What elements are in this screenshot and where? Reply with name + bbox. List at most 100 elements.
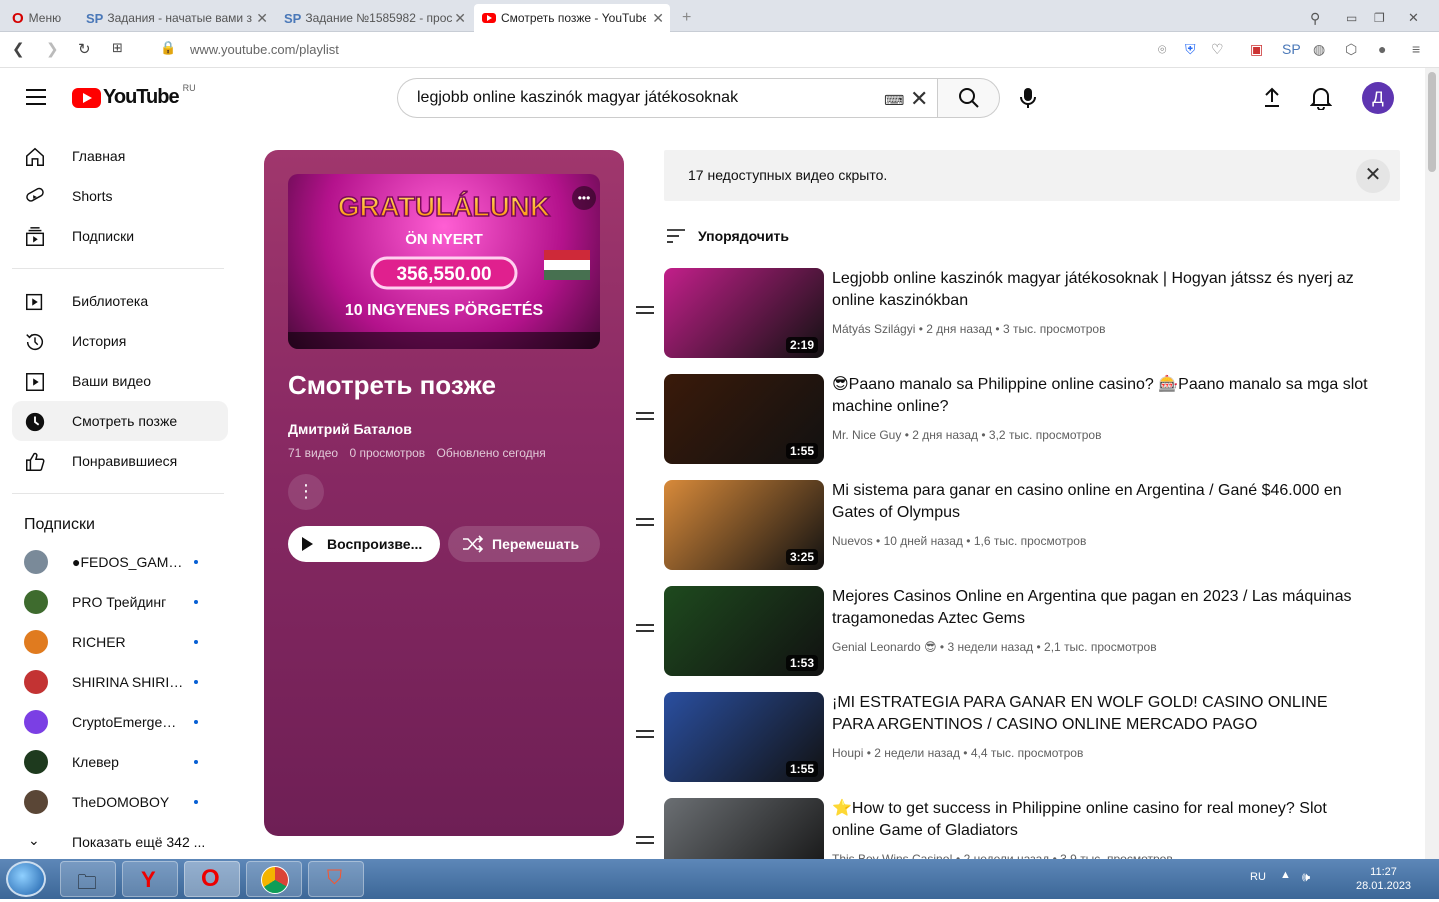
playlist-video-row[interactable]: 1:53 Mejores Casinos Online en Argentina … — [636, 586, 1396, 678]
shuffle-button[interactable]: Перемешать — [448, 526, 600, 562]
sp-extension-icon[interactable]: SP — [1282, 41, 1301, 57]
sidebar-item-library[interactable]: Библиотека — [12, 281, 228, 321]
clear-search-icon[interactable]: ✕ — [910, 86, 928, 112]
subscription-item[interactable]: ●FEDOS_GAMB... — [12, 542, 228, 582]
drag-handle-icon[interactable] — [636, 624, 654, 636]
subscription-item[interactable]: PRO Трейдинг — [12, 582, 228, 622]
channel-name[interactable]: Mátyás Szilágyi — [832, 322, 915, 336]
sidebar-item-label: Главная — [72, 148, 126, 164]
close-tab-icon[interactable]: ✕ — [454, 10, 466, 27]
language-indicator[interactable]: RU — [1250, 871, 1266, 883]
microphone-icon[interactable] — [1018, 86, 1038, 110]
sort-button[interactable]: Упорядочить — [666, 228, 789, 244]
sidebar-item-subscriptions[interactable]: Подписки — [12, 216, 228, 256]
page-scrollbar[interactable] — [1425, 68, 1439, 859]
channel-name[interactable]: Houpi — [832, 746, 863, 760]
subscription-item[interactable]: Клевер — [12, 742, 228, 782]
back-icon[interactable]: ❮ — [12, 40, 25, 58]
sidebar-item-your-videos[interactable]: Ваши видео — [12, 361, 228, 401]
taskbar-opera[interactable]: O — [184, 861, 240, 897]
subscription-item[interactable]: TheDOMOBOY — [12, 782, 228, 822]
camera-icon[interactable]: ⌾ — [1158, 41, 1166, 58]
guide-menu-icon[interactable] — [26, 89, 46, 105]
taskbar-brave[interactable]: ⛉ — [308, 861, 364, 897]
profile-icon[interactable]: ● — [1378, 41, 1386, 57]
scrollbar-thumb[interactable] — [1428, 72, 1436, 172]
subscription-item[interactable]: CryptoEmergency — [12, 702, 228, 742]
close-tab-icon[interactable]: ✕ — [256, 10, 268, 27]
tab-task-detail[interactable]: SP Задание №1585982 - прос ✕ — [276, 4, 472, 32]
tab-tasks[interactable]: SP Задания - начатые вами з ✕ — [78, 4, 274, 32]
new-tab-button[interactable]: + — [674, 4, 699, 32]
account-avatar[interactable]: Д — [1362, 82, 1394, 114]
video-thumbnail[interactable]: 1:55 — [664, 374, 824, 464]
video-thumbnail[interactable]: 1:55 — [664, 692, 824, 782]
more-actions-icon[interactable]: ⋮ — [288, 474, 324, 510]
volume-icon[interactable]: 🕪 — [1302, 869, 1310, 885]
close-window-icon[interactable]: ✕ — [1400, 4, 1427, 32]
opera-menu-button[interactable]: O Меню — [4, 4, 76, 32]
subscription-item[interactable]: SHIRINA SHIRIN... — [12, 662, 228, 702]
video-title[interactable]: Legjobb online kaszinók magyar játékosok… — [832, 268, 1372, 312]
maximize-window-icon[interactable]: ❐ — [1366, 4, 1393, 32]
keyboard-icon[interactable]: ⌨ — [884, 92, 904, 109]
video-thumbnail[interactable]: 1:53 — [664, 586, 824, 676]
playlist-video-row[interactable]: 1:55 ¡MI ESTRATEGIA PARA GANAR EN WOLF GO… — [636, 692, 1396, 784]
show-more-subscriptions[interactable]: ⌄ Показать ещё 342 ... — [12, 822, 228, 862]
drag-handle-icon[interactable] — [636, 306, 654, 318]
video-title[interactable]: Mejores Casinos Online en Argentina que … — [832, 586, 1372, 630]
url-field[interactable]: www.youtube.com/playlist — [190, 42, 339, 57]
search-tabs-icon[interactable]: ⚲ — [1302, 4, 1328, 32]
search-input[interactable] — [417, 89, 857, 107]
taskbar-yandex[interactable]: Y — [122, 861, 178, 897]
playlist-thumbnail[interactable]: GRATULÁLUNK ÖN NYERT 356,550.00 10 INGYE… — [288, 174, 600, 349]
tray-expand-icon[interactable]: ▲ — [1280, 869, 1291, 881]
video-title[interactable]: 😎Paano manalo sa Philippine online casin… — [832, 374, 1372, 418]
channel-name[interactable]: Mr. Nice Guy — [832, 428, 901, 442]
easy-setup-icon[interactable]: ≡ — [1412, 41, 1420, 57]
notifications-bell-icon[interactable] — [1310, 86, 1332, 110]
system-clock[interactable]: 11:27 28.01.2023 — [1356, 865, 1411, 893]
channel-name[interactable]: Nuevos — [832, 534, 873, 548]
speed-dial-icon[interactable]: ⊞ — [112, 40, 123, 56]
heart-icon[interactable]: ♡ — [1211, 41, 1224, 58]
playlist-video-row[interactable]: 3:25 Mi sistema para ganar en casino onli… — [636, 480, 1396, 572]
video-title[interactable]: ¡MI ESTRATEGIA PARA GANAR EN WOLF GOLD! … — [832, 692, 1372, 736]
play-all-button[interactable]: Воспроизве... — [288, 526, 440, 562]
playlist-video-row[interactable]: 2:19 Legjobb online kaszinók magyar játék… — [636, 268, 1396, 360]
sidebar-item-shorts[interactable]: Shorts — [12, 176, 228, 216]
notice-text: 17 недоступных видео скрыто. — [688, 167, 888, 183]
drag-handle-icon[interactable] — [636, 836, 654, 848]
channel-name[interactable]: Genial Leonardo 😎 — [832, 640, 937, 654]
cube-icon[interactable]: ⬡ — [1345, 41, 1357, 58]
taskbar-chrome[interactable] — [246, 861, 302, 897]
search-button[interactable] — [937, 78, 1000, 118]
video-thumbnail[interactable]: 3:25 — [664, 480, 824, 570]
drag-handle-icon[interactable] — [636, 412, 654, 424]
playlist-owner[interactable]: Дмитрий Баталов — [288, 421, 412, 437]
video-title[interactable]: Mi sistema para ganar en casino online e… — [832, 480, 1372, 524]
close-notice-icon[interactable]: ✕ — [1356, 159, 1390, 193]
subscription-item[interactable]: RICHER — [12, 622, 228, 662]
sidebar-item-home[interactable]: Главная — [12, 136, 228, 176]
youtube-logo[interactable]: YouTube RU — [72, 83, 196, 109]
drag-handle-icon[interactable] — [636, 730, 654, 742]
shield-icon[interactable]: ⛨ — [1185, 41, 1196, 58]
tab-youtube[interactable]: Смотреть позже - YouTube ✕ — [474, 4, 670, 32]
playlist-video-row[interactable]: 1:55 😎Paano manalo sa Philippine online c… — [636, 374, 1396, 466]
minimize-window-icon[interactable]: ▭ — [1338, 4, 1365, 32]
forward-icon[interactable]: ❯ — [46, 40, 59, 58]
video-thumbnail[interactable]: 2:19 — [664, 268, 824, 358]
close-tab-icon[interactable]: ✕ — [652, 10, 664, 27]
start-button[interactable] — [6, 861, 46, 897]
create-upload-icon[interactable] — [1262, 86, 1282, 110]
sidebar-item-watch-later[interactable]: Смотреть позже — [12, 401, 228, 441]
drag-handle-icon[interactable] — [636, 518, 654, 530]
video-title[interactable]: ⭐How to get success in Philippine online… — [832, 798, 1372, 842]
taskbar-explorer[interactable]: 🗀 — [60, 861, 116, 897]
sidebar-item-liked[interactable]: Понравившиеся — [12, 441, 228, 481]
vpn-icon[interactable]: ◍ — [1313, 41, 1325, 58]
reload-icon[interactable]: ↻ — [78, 40, 91, 58]
sidebar-item-history[interactable]: История — [12, 321, 228, 361]
extension-icon[interactable]: ▣ — [1250, 41, 1263, 58]
